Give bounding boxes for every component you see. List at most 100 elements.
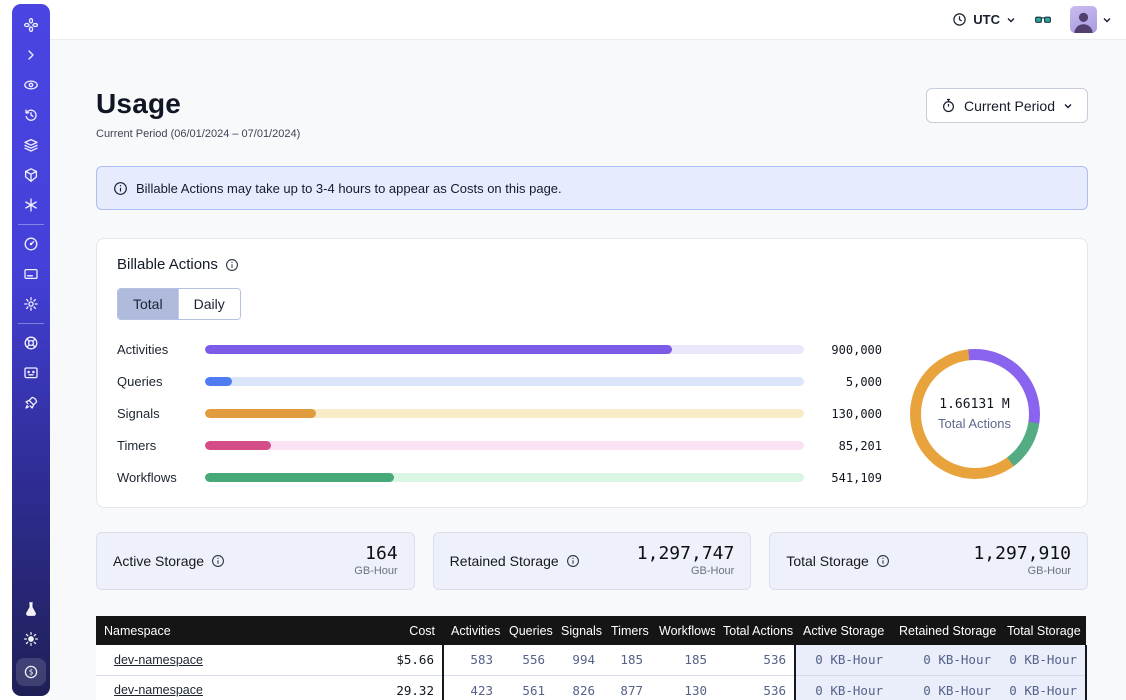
flask-icon (23, 601, 39, 617)
sidebar-item-layers[interactable] (17, 134, 45, 156)
sidebar-divider (18, 323, 44, 324)
storage-card-label: Active Storage (113, 553, 225, 569)
glasses-icon[interactable] (1030, 9, 1056, 31)
actions-cell: 185 (651, 645, 715, 675)
bar-row-timers: Timers 85,201 (117, 438, 882, 453)
tab-daily[interactable]: Daily (179, 289, 240, 319)
actions-cell: 423 (443, 675, 501, 700)
sidebar-item-getting-started[interactable] (17, 392, 45, 414)
storage-card-unit: GB-Hour (354, 565, 397, 577)
actions-cell: 536 (715, 645, 795, 675)
info-icon[interactable] (876, 554, 890, 568)
actions-cell: 583 (443, 645, 501, 675)
table-row: dev-namespace$5.665835569941851855360 KB… (96, 645, 1086, 675)
terminal-icon (23, 365, 39, 381)
main-content: Usage Current Period (06/01/2024 – 07/01… (50, 40, 1126, 700)
col-header-signals: Signals (553, 616, 603, 645)
chevron-down-icon (1102, 15, 1112, 25)
page-subtitle: Current Period (06/01/2024 – 07/01/2024) (96, 128, 300, 140)
sidebar-item-namespaces[interactable] (17, 74, 45, 96)
bar-value: 5,000 (804, 375, 882, 389)
info-icon[interactable] (566, 554, 580, 568)
dollar-coin-icon: $ (23, 664, 39, 680)
tab-total[interactable]: Total (118, 289, 179, 319)
sidebar-item-labs[interactable] (17, 598, 45, 620)
actions-cell: 185 (603, 645, 651, 675)
sidebar-item-deployments[interactable] (17, 164, 45, 186)
col-header-active-storage: Active Storage (795, 616, 891, 645)
info-icon[interactable] (211, 554, 225, 568)
namespace-link[interactable]: dev-namespace (114, 653, 203, 667)
bar-track (205, 409, 804, 418)
billable-actions-bar-chart: Activities 900,000 Queries5,000 Signals130,… (117, 342, 882, 485)
sidebar-item-metrics[interactable] (17, 233, 45, 255)
gear-icon (23, 296, 39, 312)
col-header-activities: Activities (443, 616, 501, 645)
chevron-down-icon (1006, 15, 1016, 25)
bar-label: Signals (117, 406, 205, 421)
total-actions-donut-chart: 1.66131 M Total Actions (910, 349, 1040, 479)
sidebar-item-history[interactable] (17, 104, 45, 126)
storage-card-value: 164 (354, 545, 397, 564)
col-header-timers: Timers (603, 616, 651, 645)
bar-label: Workflows (117, 470, 205, 485)
actions-cell: 130 (651, 675, 715, 700)
actions-cell: 561 (501, 675, 553, 700)
sidebar-item-billing-card[interactable] (17, 263, 45, 285)
bar-row-queries: Queries5,000 (117, 374, 882, 389)
total-actions-value: 1.66131 M (939, 397, 1009, 412)
storage-card-unit: GB-Hour (973, 565, 1071, 577)
sidebar-item-schedules[interactable] (17, 194, 45, 216)
sidebar-item-usage[interactable]: $ (16, 658, 46, 686)
col-header-retained-storage: Retained Storage (891, 616, 999, 645)
bar-value: 85,201 (804, 439, 882, 453)
sidebar-item-settings[interactable] (17, 293, 45, 315)
bar-value: 900,000 (804, 343, 882, 357)
bar-track (205, 473, 804, 482)
sidebar-item-logo[interactable] (17, 14, 45, 36)
cost-cell: 29.32 (351, 675, 443, 700)
lifebuoy-icon (23, 335, 39, 351)
storage-card-total-storage: Total Storage 1,297,910GB-Hour (769, 532, 1088, 590)
card-icon (23, 266, 39, 282)
temporal-logo-icon (23, 17, 39, 33)
sidebar-item-docs[interactable] (17, 362, 45, 384)
bar-track (205, 345, 804, 354)
storage-card-unit: GB-Hour (637, 565, 735, 577)
storage-card-active-storage: Active Storage 164GB-Hour (96, 532, 415, 590)
actions-cell: 826 (553, 675, 603, 700)
rocket-icon (23, 395, 39, 411)
actions-cell: 994 (553, 645, 603, 675)
donut-center: 1.66131 M Total Actions (921, 360, 1029, 468)
col-header-namespace: Namespace (96, 616, 351, 645)
sidebar-item-theme[interactable] (17, 628, 45, 650)
actions-cell: 536 (715, 675, 795, 700)
layers-icon (23, 137, 39, 153)
storage-cell: 0 KB-Hour (891, 675, 999, 700)
actions-cell: 877 (603, 675, 651, 700)
period-selector-button[interactable]: Current Period (926, 88, 1088, 123)
storage-cell: 0 KB-Hour (795, 645, 891, 675)
timezone-selector[interactable]: UTC (952, 12, 1016, 27)
bar-fill (205, 345, 672, 354)
bar-label: Activities (117, 342, 205, 357)
bar-row-signals: Signals130,000 (117, 406, 882, 421)
asterisk-icon (23, 197, 39, 213)
storage-card-retained-storage: Retained Storage 1,297,747GB-Hour (433, 532, 752, 590)
bar-track (205, 441, 804, 450)
sun-icon (23, 631, 39, 647)
namespace-link[interactable]: dev-namespace (114, 683, 203, 697)
eye-icon (23, 77, 39, 93)
sidebar-item-support[interactable] (17, 332, 45, 354)
sidebar-divider (18, 224, 44, 225)
bar-row-activities: Activities 900,000 (117, 342, 882, 357)
sidebar-item-expand[interactable] (17, 44, 45, 66)
cube-icon (23, 167, 39, 183)
bar-label: Timers (117, 438, 205, 453)
table-header-row: NamespaceCostActivitiesQueriesSignalsTim… (96, 616, 1086, 645)
namespace-usage-table-wrap: NamespaceCostActivitiesQueriesSignalsTim… (96, 616, 1088, 700)
info-icon[interactable] (225, 258, 239, 272)
account-menu[interactable] (1070, 6, 1112, 33)
info-banner-text: Billable Actions may take up to 3-4 hour… (136, 181, 562, 196)
storage-card-label: Total Storage (786, 553, 890, 569)
